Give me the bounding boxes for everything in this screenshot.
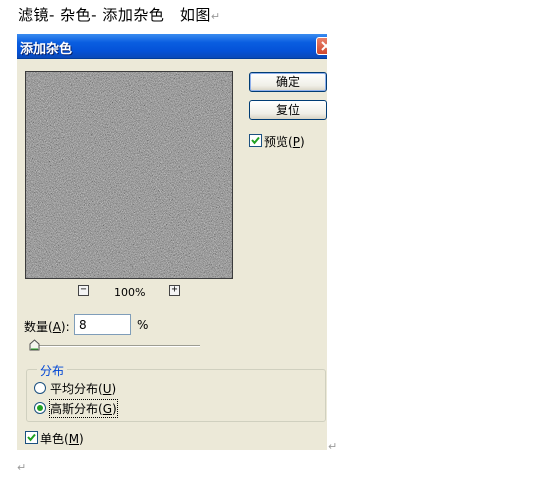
preview-checkbox[interactable] <box>249 134 262 147</box>
close-button[interactable] <box>316 37 327 55</box>
uniform-radio[interactable] <box>34 382 46 394</box>
checkmark-icon <box>27 433 36 442</box>
plus-icon: + <box>171 284 178 295</box>
paragraph-mark: ↵ <box>210 10 221 23</box>
checkmark-icon <box>251 136 260 145</box>
amount-label: 数量(A): <box>24 320 70 334</box>
minus-icon: − <box>80 284 87 295</box>
paragraph-mark: ↵ <box>328 440 338 453</box>
document-instruction: 滤镜- 杂色- 添加杂色 如图↵ <box>18 4 221 25</box>
percent-unit: % <box>137 318 149 332</box>
instruction-text: 滤镜- 杂色- 添加杂色 如图 <box>18 6 211 24</box>
monochromatic-label[interactable]: 单色(M) <box>40 430 84 447</box>
zoom-in-button[interactable]: + <box>169 285 180 296</box>
add-noise-dialog: 添加杂色 − 100% + 确定 复位 预览(P) 数量(A): 8 % 分布 … <box>17 34 327 450</box>
dialog-title: 添加杂色 <box>20 42 73 57</box>
gaussian-label[interactable]: 高斯分布(G) <box>49 399 118 418</box>
paragraph-mark: ↵ <box>17 461 27 474</box>
zoom-level: 100% <box>114 286 146 299</box>
reset-button[interactable]: 复位 <box>249 100 327 120</box>
distribution-title: 分布 <box>37 362 68 379</box>
monochromatic-checkbox[interactable] <box>25 431 38 444</box>
amount-slider-track[interactable] <box>32 345 200 347</box>
title-bar[interactable]: 添加杂色 <box>17 34 327 59</box>
preview-label[interactable]: 预览(P) <box>264 133 305 150</box>
slider-thumb-icon[interactable] <box>29 339 40 351</box>
preview-image[interactable] <box>25 71 233 279</box>
zoom-out-button[interactable]: − <box>78 285 89 296</box>
ok-button[interactable]: 确定 <box>249 72 327 92</box>
gaussian-radio[interactable] <box>34 402 46 414</box>
amount-input[interactable] <box>74 314 131 335</box>
close-icon <box>321 41 327 51</box>
uniform-label[interactable]: 平均分布(U) <box>50 380 116 397</box>
